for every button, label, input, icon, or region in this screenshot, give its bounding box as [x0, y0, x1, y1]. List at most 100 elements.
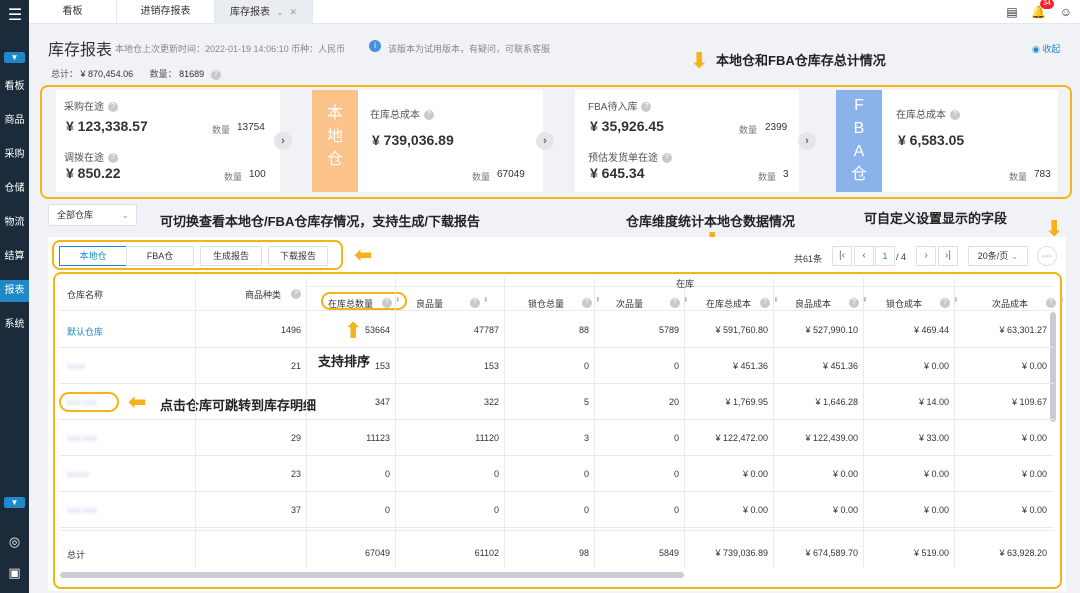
cell-locked-qty: 3 [583, 433, 589, 443]
column-header-good-qty[interactable]: 良品量 [416, 297, 443, 310]
warehouse-link[interactable]: xxxx [67, 361, 85, 371]
cell-total-cost: ¥ 0.00 [742, 469, 768, 479]
app-logo-icon[interactable]: ☰ [5, 6, 25, 26]
sidebar-collapse-icon[interactable]: ▼ [4, 497, 25, 508]
tab-inventory-flow-report[interactable]: 进销存报表 [117, 0, 215, 24]
chevron-down-icon[interactable]: ⌄ [276, 7, 284, 17]
prev-page-icon[interactable]: ‹ [854, 246, 874, 266]
help-icon[interactable]: ? [849, 297, 859, 308]
row-divider [60, 347, 1054, 348]
column-header-locked-cost[interactable]: 锁仓成本 [886, 297, 922, 310]
sidebar-item-system[interactable]: 系统 [0, 314, 29, 336]
warehouse-link[interactable]: xxx-xxx [67, 397, 97, 407]
warehouse-link[interactable]: xxxxx [67, 469, 90, 479]
warehouse-select[interactable]: 全部仓库 ⌄ [48, 204, 137, 226]
gift-icon[interactable]: ▣ [7, 565, 22, 580]
sort-icon[interactable]: ⬍ [862, 296, 868, 304]
help-icon[interactable]: ? [210, 69, 221, 80]
help-icon[interactable]: ? [1046, 297, 1056, 308]
warehouse-link[interactable]: xxx-xxx [67, 505, 97, 515]
help-icon[interactable]: ? [940, 297, 950, 308]
tab-inventory-report[interactable]: 库存报表 ⌄ ✕ [215, 0, 313, 24]
estimated-shipment-qty: 3 [783, 169, 789, 180]
local-warehouse-tab[interactable]: 本地仓 [59, 246, 127, 266]
sidebar-item-reports[interactable]: 报表 [0, 280, 29, 302]
last-page-icon[interactable]: ›| [938, 246, 958, 266]
cell-total-cost: ¥ 1,769.95 [725, 397, 768, 407]
close-icon[interactable]: ✕ [290, 7, 298, 17]
header-help[interactable]: ? [845, 295, 859, 309]
collapse-toggle[interactable]: ◉ 收起 [1032, 42, 1060, 55]
sort-icon[interactable]: ⬍ [483, 296, 489, 304]
help-icon[interactable]: ? [950, 110, 960, 121]
warehouse-link[interactable]: 默认仓库 [67, 325, 103, 338]
fba-warehouse-tab[interactable]: FBA仓 [126, 246, 194, 266]
sort-icon[interactable]: ⬍ [395, 296, 401, 304]
header-help[interactable]: ? [287, 286, 301, 300]
sidebar-item-dashboard[interactable]: 看板 [0, 76, 29, 98]
column-header-total-cost[interactable]: 在库总成本 [706, 297, 751, 310]
fba-pending-qty: 2399 [765, 122, 788, 133]
help-icon[interactable]: ? [382, 297, 392, 308]
transfer-in-transit-label: 调拨在途? [64, 149, 118, 164]
arrow-left-icon: ⬅ [128, 389, 147, 414]
column-settings-icon[interactable]: ⋯ [1037, 246, 1057, 266]
generate-report-button[interactable]: 生成报告 [200, 246, 262, 266]
column-header-defective-qty[interactable]: 次品量 [616, 297, 643, 310]
sidebar-item-logistics[interactable]: 物流 [0, 212, 29, 234]
tab-dashboard[interactable]: 看板 [29, 0, 117, 24]
chevron-right-icon[interactable]: › [536, 132, 554, 150]
help-icon[interactable]: ? [670, 297, 680, 308]
help-icon[interactable]: ? [424, 110, 434, 121]
current-page-input[interactable]: 1 [875, 246, 895, 266]
user-icon[interactable]: ☺ [1059, 5, 1073, 19]
help-icon[interactable]: ? [470, 297, 480, 308]
header-help[interactable]: ? [666, 295, 680, 309]
sort-icon[interactable]: ⬍ [953, 296, 959, 304]
notes-icon[interactable]: ▤ [1005, 5, 1019, 19]
chevron-right-icon[interactable]: › [274, 132, 292, 150]
sort-icon[interactable]: ⬍ [595, 296, 601, 304]
help-icon[interactable]: ◎ [7, 534, 22, 549]
sort-icon[interactable]: ⬍ [773, 296, 779, 304]
download-report-button[interactable]: 下载报告 [268, 246, 328, 266]
vertical-scrollbar[interactable] [1050, 312, 1056, 422]
page-size-select[interactable]: 20条/页 ⌄ [968, 246, 1028, 266]
column-header-locked-qty[interactable]: 锁仓总量 [528, 297, 564, 310]
sort-icon[interactable]: ⬍ [683, 296, 689, 304]
sidebar-item-warehouse[interactable]: 仓储 [0, 178, 29, 200]
column-header-total-qty[interactable]: 在库总数量 [328, 297, 373, 310]
help-icon[interactable]: ? [108, 102, 118, 113]
sidebar-item-products[interactable]: 商品 [0, 110, 29, 132]
total-locked-qty: 98 [578, 548, 589, 558]
sort-icon[interactable]: ⬍ [1059, 296, 1065, 304]
warehouse-link[interactable]: xxx-xxx [67, 433, 97, 443]
sidebar-item-purchase[interactable]: 采购 [0, 144, 29, 166]
column-header-defective-cost[interactable]: 次品成本 [992, 297, 1028, 310]
help-icon[interactable]: ? [641, 102, 652, 113]
sidebar-item-settlement[interactable]: 结算 [0, 246, 29, 268]
estimated-shipment-label: 预估发货单在途? [588, 149, 672, 164]
first-page-icon[interactable]: |‹ [832, 246, 852, 266]
cell-locked-qty: 5 [583, 397, 589, 407]
chevron-right-icon[interactable]: › [798, 132, 816, 150]
help-icon[interactable]: ? [582, 297, 592, 308]
header-help[interactable]: ? [936, 295, 950, 309]
header-help[interactable]: ? [578, 295, 592, 309]
help-icon[interactable]: ? [662, 153, 672, 164]
cell-product-types: 21 [290, 361, 301, 371]
header-help[interactable]: ? [1042, 295, 1056, 309]
help-icon[interactable]: ? [291, 288, 301, 299]
sidebar-expand-icon[interactable]: ▼ [4, 52, 25, 63]
help-icon[interactable]: ? [108, 153, 118, 164]
help-icon[interactable]: ? [760, 297, 770, 308]
cell-good-cost: ¥ 122,439.00 [805, 433, 858, 443]
header-help[interactable]: ? [466, 295, 480, 309]
total-defective-qty: 5849 [658, 548, 679, 558]
next-page-icon[interactable]: › [916, 246, 936, 266]
column-header-good-cost[interactable]: 良品成本 [795, 297, 831, 310]
header-help[interactable]: ? [756, 295, 770, 309]
header-help[interactable]: ? [378, 295, 392, 309]
cell-locked-qty: 0 [583, 361, 589, 371]
horizontal-scrollbar[interactable] [60, 572, 684, 578]
